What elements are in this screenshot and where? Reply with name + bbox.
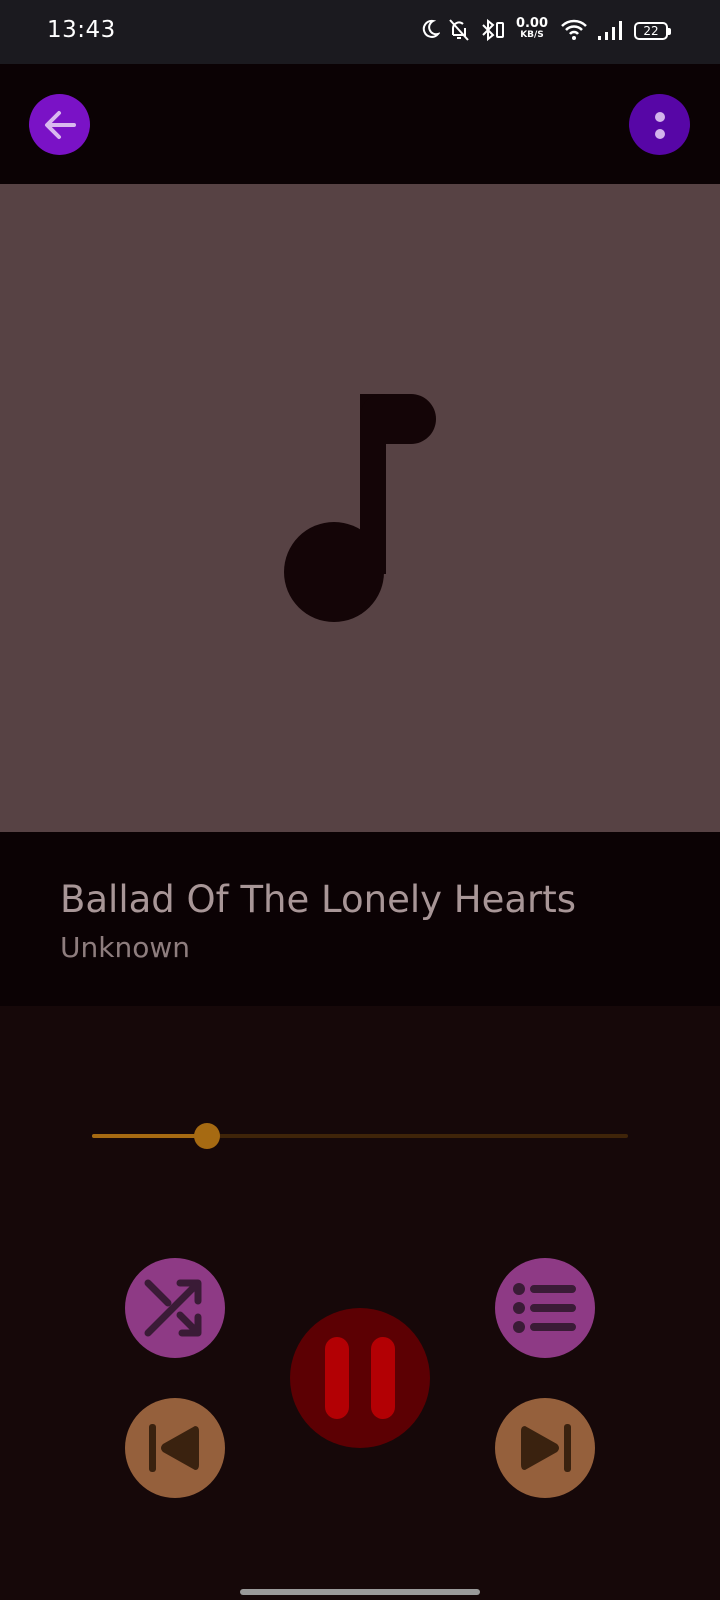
- more-vertical-icon: [654, 111, 665, 139]
- album-artwork: [0, 184, 720, 832]
- more-options-button[interactable]: [629, 94, 690, 155]
- player-controls: [0, 1006, 720, 1600]
- net-speed-value: 0.00: [515, 16, 549, 31]
- queue-button[interactable]: [495, 1258, 595, 1358]
- shuffle-button[interactable]: [125, 1258, 225, 1358]
- status-bar: 13:43 0.00 KB/S 22: [0, 0, 720, 64]
- shuffle-icon: [144, 1279, 202, 1337]
- net-speed: 0.00 KB/S: [514, 17, 550, 40]
- bluetooth-icon: [482, 18, 504, 42]
- seek-thumb[interactable]: [194, 1123, 221, 1149]
- music-note-icon: [284, 394, 436, 622]
- wifi-icon: [561, 19, 587, 40]
- seek-bar[interactable]: [92, 1123, 628, 1149]
- skip-previous-icon: [149, 1424, 199, 1472]
- list-icon: [513, 1283, 576, 1333]
- battery-icon: 22: [634, 22, 671, 40]
- previous-button[interactable]: [125, 1398, 225, 1498]
- skip-next-icon: [521, 1424, 571, 1472]
- bell-off-icon: [449, 19, 469, 41]
- track-info: Ballad Of The Lonely Hearts Unknown: [0, 832, 720, 1006]
- next-button[interactable]: [495, 1398, 595, 1498]
- back-button[interactable]: [29, 94, 90, 155]
- song-title: Ballad Of The Lonely Hearts: [60, 878, 577, 921]
- arrow-left-icon: [44, 110, 76, 139]
- top-bar: [0, 64, 720, 184]
- status-icons: 0.00 KB/S 22: [420, 17, 676, 48]
- status-time: 13:43: [47, 17, 116, 43]
- play-pause-button[interactable]: [290, 1308, 430, 1448]
- pause-icon: [325, 1337, 395, 1419]
- signal-icon: [598, 21, 622, 40]
- song-artist: Unknown: [60, 931, 190, 964]
- moon-icon: [422, 19, 440, 38]
- seek-progress: [92, 1134, 208, 1138]
- net-speed-unit: KB/S: [520, 30, 544, 40]
- home-indicator[interactable]: [240, 1589, 480, 1595]
